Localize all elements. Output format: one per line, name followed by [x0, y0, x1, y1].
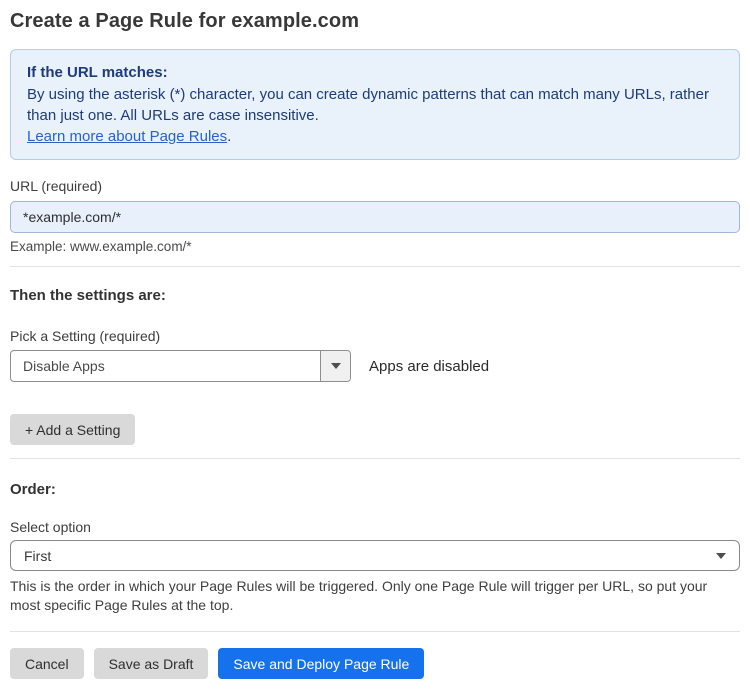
url-example-helper: Example: www.example.com/* [10, 239, 192, 254]
add-setting-button[interactable]: + Add a Setting [10, 414, 136, 445]
url-match-info-box: If the URL matches: By using the asteris… [10, 49, 740, 160]
order-helper-text: This is the order in which your Page Rul… [10, 578, 708, 613]
create-page-rule-form: Create a Page Rule for example.com If th… [0, 0, 750, 689]
setting-dropdown-arrow-button[interactable] [320, 351, 350, 381]
chevron-down-icon [716, 552, 726, 559]
link-suffix: . [227, 128, 232, 145]
order-select-value: First [24, 547, 52, 564]
settings-section-heading: Then the settings are: [10, 287, 166, 304]
info-box-body: By using the asterisk (*) character, you… [27, 86, 709, 124]
divider [10, 458, 740, 459]
page-title: Create a Page Rule for example.com [10, 10, 360, 32]
cancel-button[interactable]: Cancel [10, 648, 84, 679]
info-box-link-line: Learn more about Page Rules. [27, 126, 723, 147]
pick-setting-label: Pick a Setting (required) [10, 328, 161, 344]
order-select[interactable]: First [10, 540, 740, 571]
url-field-label: URL (required) [10, 178, 103, 194]
setting-dropdown-row: Disable Apps Apps are disabled [10, 350, 740, 382]
learn-more-link[interactable]: Learn more about Page Rules [27, 128, 227, 145]
setting-dropdown-value: Disable Apps [23, 358, 105, 374]
chevron-down-icon [330, 363, 341, 369]
divider [10, 266, 740, 267]
setting-status-text: Apps are disabled [369, 357, 490, 375]
order-select-label: Select option [10, 519, 91, 535]
info-box-heading: If the URL matches: [27, 64, 168, 81]
divider [10, 631, 740, 632]
order-section-heading: Order: [10, 481, 56, 498]
save-and-deploy-button[interactable]: Save and Deploy Page Rule [218, 648, 425, 679]
save-as-draft-button[interactable]: Save as Draft [93, 648, 209, 679]
url-input[interactable] [10, 201, 740, 233]
footer-button-row: Cancel Save as Draft Save and Deploy Pag… [10, 648, 740, 679]
setting-dropdown[interactable]: Disable Apps [10, 350, 351, 382]
